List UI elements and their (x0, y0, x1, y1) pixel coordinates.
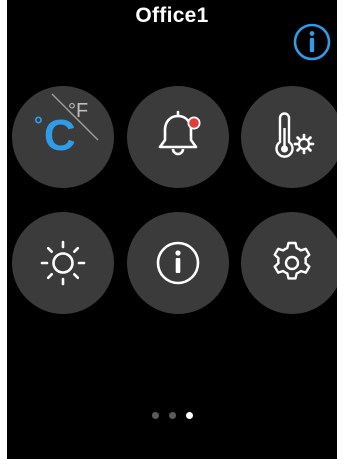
temperature-unit-button[interactable]: °C °F (12, 86, 114, 188)
device-screen: Office1 °C °F (7, 0, 337, 459)
info-menu-button[interactable] (127, 212, 229, 314)
info-icon (156, 241, 200, 285)
thermometer-gear-icon (275, 112, 315, 158)
temperature-settings-button[interactable] (241, 86, 337, 188)
page-dot-3-active[interactable] (185, 412, 193, 419)
info-circle-icon (293, 23, 331, 61)
page-dot-1[interactable] (151, 412, 159, 419)
page-indicator (7, 406, 337, 419)
gear-icon (273, 241, 311, 280)
page-dot-2[interactable] (168, 412, 176, 419)
info-button[interactable] (292, 22, 332, 62)
celsius-degree: ° (34, 112, 43, 137)
brightness-button[interactable] (12, 212, 114, 314)
page-title: Office1 (135, 4, 209, 27)
settings-button[interactable] (241, 212, 337, 314)
fahrenheit-label: °F (68, 100, 89, 122)
notification-dot (189, 118, 199, 128)
alarm-button[interactable] (127, 86, 229, 188)
alarm-bell-icon (158, 110, 201, 156)
brightness-sun-icon (40, 240, 86, 286)
